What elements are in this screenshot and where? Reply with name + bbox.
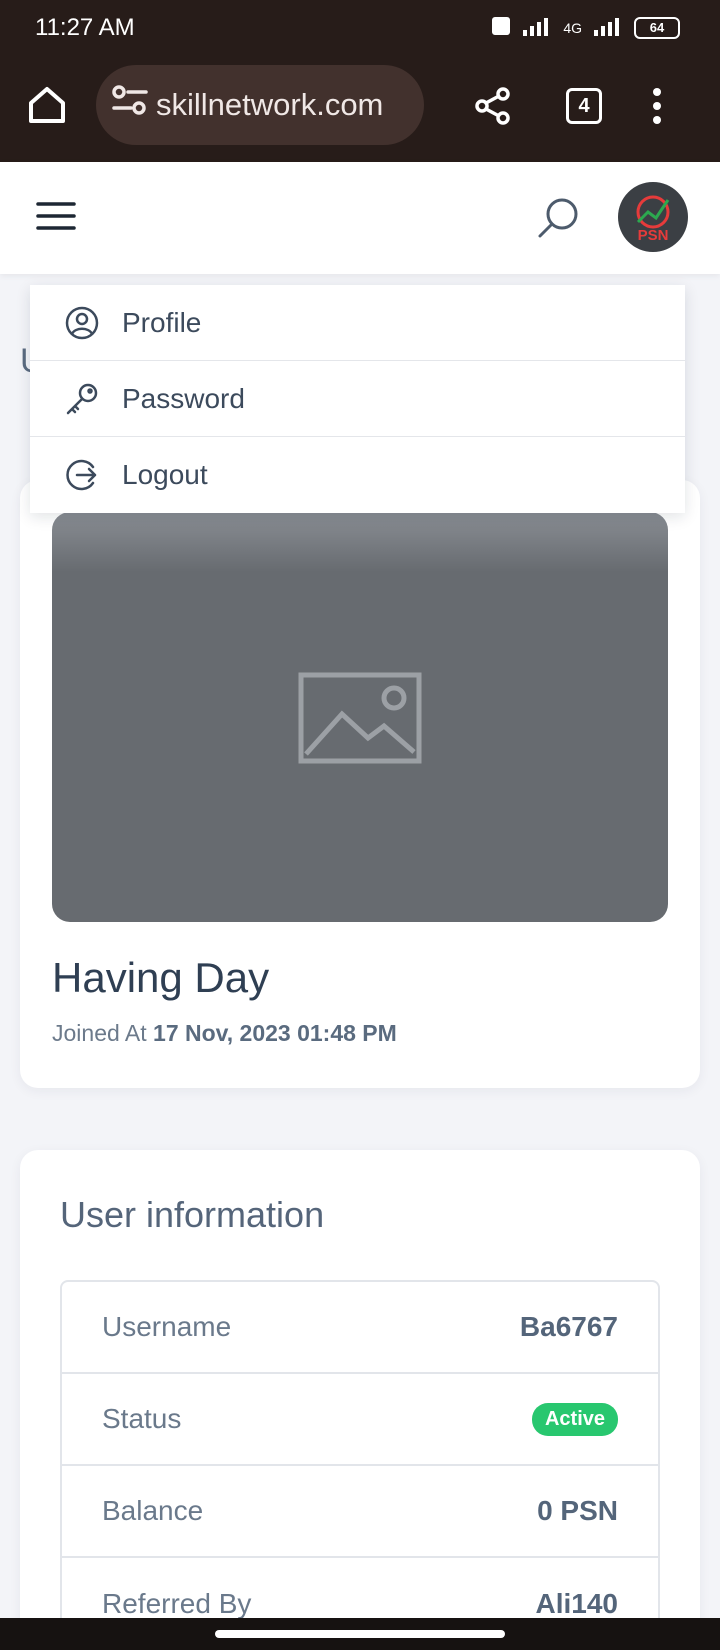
joined-date: 17 Nov, 2023 01:48 PM — [153, 1020, 397, 1046]
image-icon — [298, 672, 422, 764]
info-value: 0 PSN — [537, 1495, 618, 1526]
network-type: 4G — [563, 19, 582, 36]
info-row-username: Username Ba6767 — [62, 1282, 658, 1374]
site-settings-icon[interactable] — [110, 83, 150, 127]
logout-icon — [64, 457, 100, 493]
status-time: 11:27 AM — [35, 14, 135, 41]
info-label: Status — [102, 1403, 182, 1434]
profile-card: Having Day Joined At 17 Nov, 2023 01:48 … — [20, 480, 700, 1088]
user-info-table: Username Ba6767 Status Active Balance 0 … — [60, 1280, 660, 1650]
system-nav-bar — [0, 1618, 720, 1650]
signal-icon-2 — [592, 16, 624, 39]
user-circle-icon — [64, 305, 100, 341]
dropdown-item-label: Logout — [122, 459, 208, 490]
dropdown-item-password[interactable]: Password — [30, 361, 685, 437]
dropdown-item-label: Profile — [122, 306, 202, 338]
info-label: Balance — [102, 1495, 204, 1526]
info-label: Username — [102, 1311, 232, 1342]
info-row-balance: Balance 0 PSN — [62, 1466, 658, 1558]
info-value: Ba6767 — [519, 1311, 618, 1342]
user-info-card: User information Username Ba6767 Status … — [20, 1150, 700, 1650]
user-dropdown-menu: Profile Password Logout — [30, 285, 685, 513]
joined-info: Joined At 17 Nov, 2023 01:48 PM — [52, 1020, 397, 1047]
user-info-title: User information — [60, 1194, 325, 1235]
avatar[interactable]: PSN — [618, 182, 688, 252]
address-bar[interactable]: skillnetwork.com — [96, 65, 424, 145]
profile-name: Having Day — [52, 954, 270, 1001]
site-header: PSN — [0, 162, 720, 274]
dropdown-item-label: Password — [122, 382, 245, 414]
status-badge: Active — [531, 1402, 618, 1436]
share-icon[interactable] — [474, 86, 512, 131]
home-icon[interactable] — [26, 84, 68, 131]
avatar-logo-icon: PSN — [636, 195, 670, 244]
more-options-icon[interactable] — [652, 86, 662, 131]
url-text: skillnetwork.com — [156, 87, 384, 122]
svg-text:PSN: PSN — [638, 227, 669, 244]
tab-switcher-button[interactable]: 4 — [566, 88, 602, 124]
dropdown-item-logout[interactable]: Logout — [30, 437, 685, 513]
browser-toolbar: skillnetwork.com 4 — [0, 56, 720, 162]
info-label: Referred By — [102, 1588, 252, 1619]
status-bar: 11:27 AM 4G 64 — [0, 0, 720, 56]
volte-icon — [491, 16, 511, 39]
signal-icon — [521, 16, 553, 39]
dropdown-item-profile[interactable]: Profile — [30, 285, 685, 361]
battery-indicator: 64 — [634, 16, 680, 39]
search-icon[interactable] — [536, 194, 582, 245]
gesture-handle[interactable] — [215, 1630, 505, 1638]
key-icon — [64, 381, 100, 417]
info-value: Ali140 — [535, 1588, 619, 1619]
joined-label: Joined At — [52, 1020, 147, 1046]
status-icons: 4G 64 — [491, 16, 680, 39]
hamburger-menu-icon[interactable] — [36, 200, 76, 237]
info-row-status: Status Active — [62, 1374, 658, 1466]
profile-image-placeholder — [52, 512, 668, 922]
